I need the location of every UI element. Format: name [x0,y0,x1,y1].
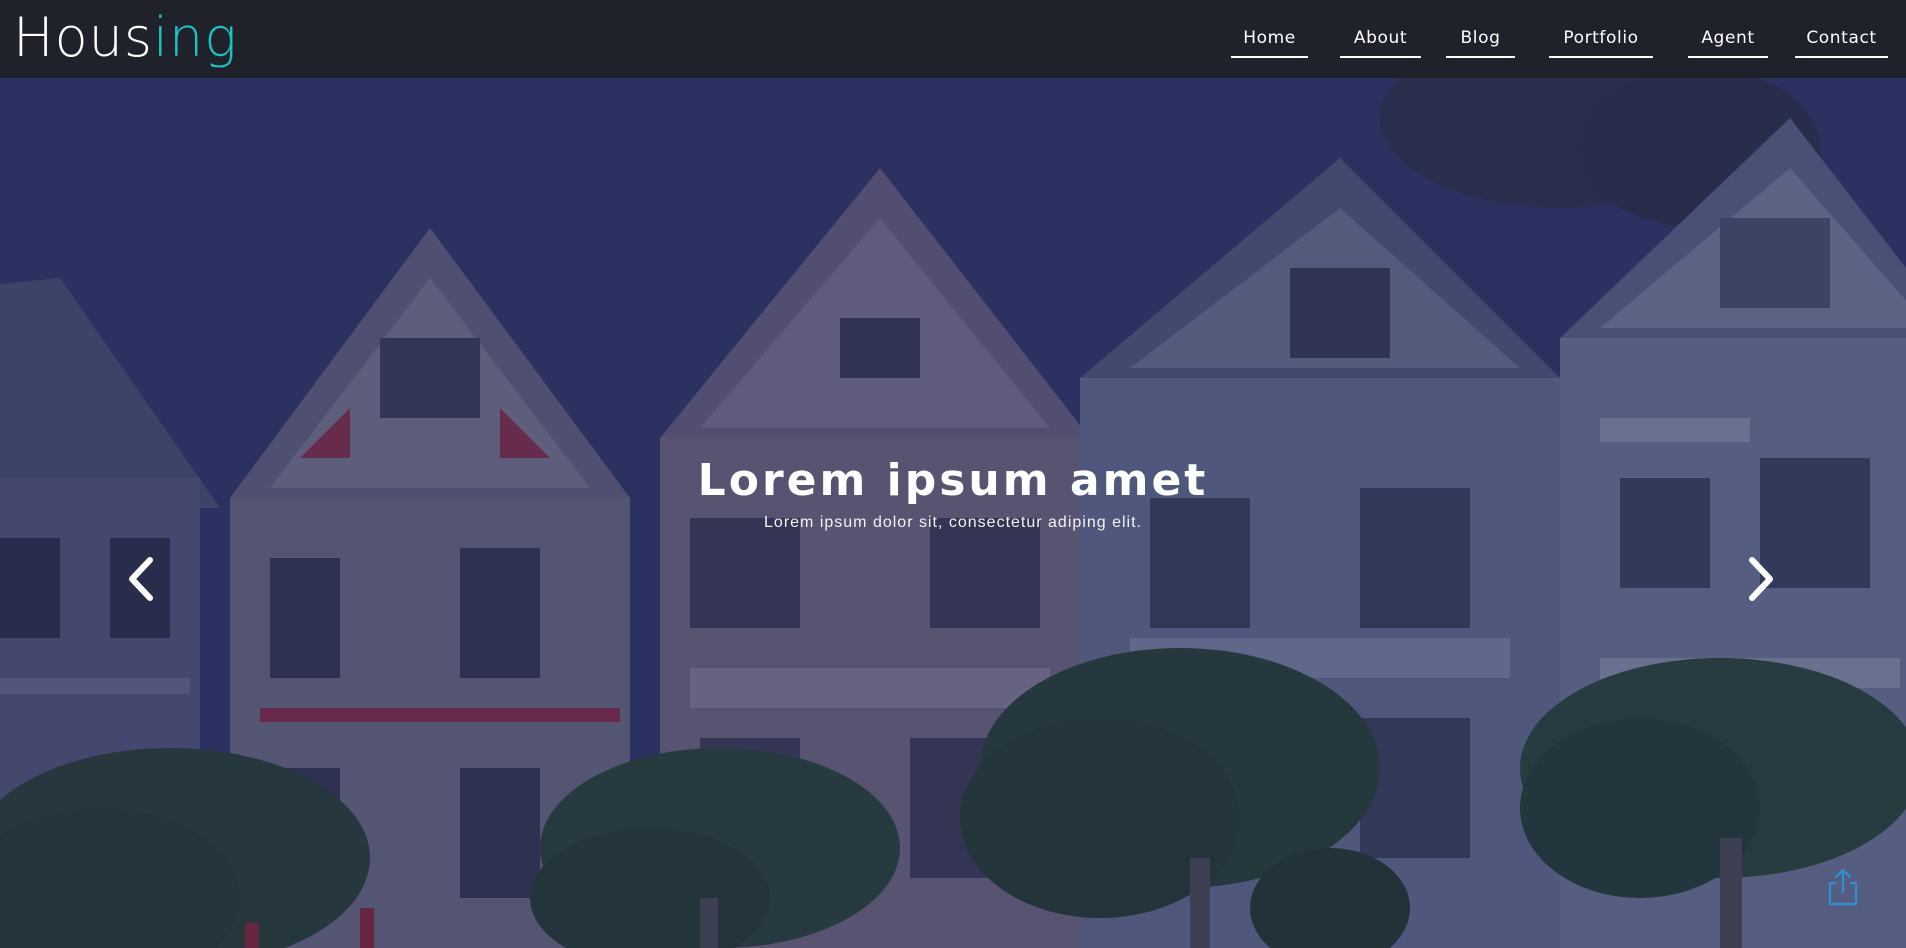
nav-item-home[interactable]: Home [1231,20,1308,58]
brand-logo[interactable]: Housing [13,8,238,68]
hero-subtitle: Lorem ipsum dolor sit, consectetur adipi… [764,514,1142,531]
hero-caption: Lorem ipsum amet Lorem ipsum dolor sit, … [653,454,1253,532]
carousel-prev-button[interactable] [120,552,164,606]
nav-item-blog[interactable]: Blog [1446,20,1515,58]
hero-carousel: Lorem ipsum amet Lorem ipsum dolor sit, … [0,78,1906,948]
nav-item-about[interactable]: About [1340,20,1421,58]
chevron-right-icon [1749,557,1773,601]
brand-accent: ing [153,6,238,69]
share-button[interactable] [1826,867,1860,907]
brand-prefix: Hous [13,6,154,69]
nav-item-agent[interactable]: Agent [1688,20,1768,58]
carousel-next-button[interactable] [1738,552,1782,606]
hero-title: Lorem ipsum amet [697,455,1209,506]
nav-item-portfolio[interactable]: Portfolio [1549,20,1653,58]
share-icon [1828,868,1858,906]
site-header: Housing Home About Blog Portfolio Agent … [0,0,1906,78]
nav-item-contact[interactable]: Contact [1795,20,1888,58]
chevron-left-icon [129,557,153,601]
